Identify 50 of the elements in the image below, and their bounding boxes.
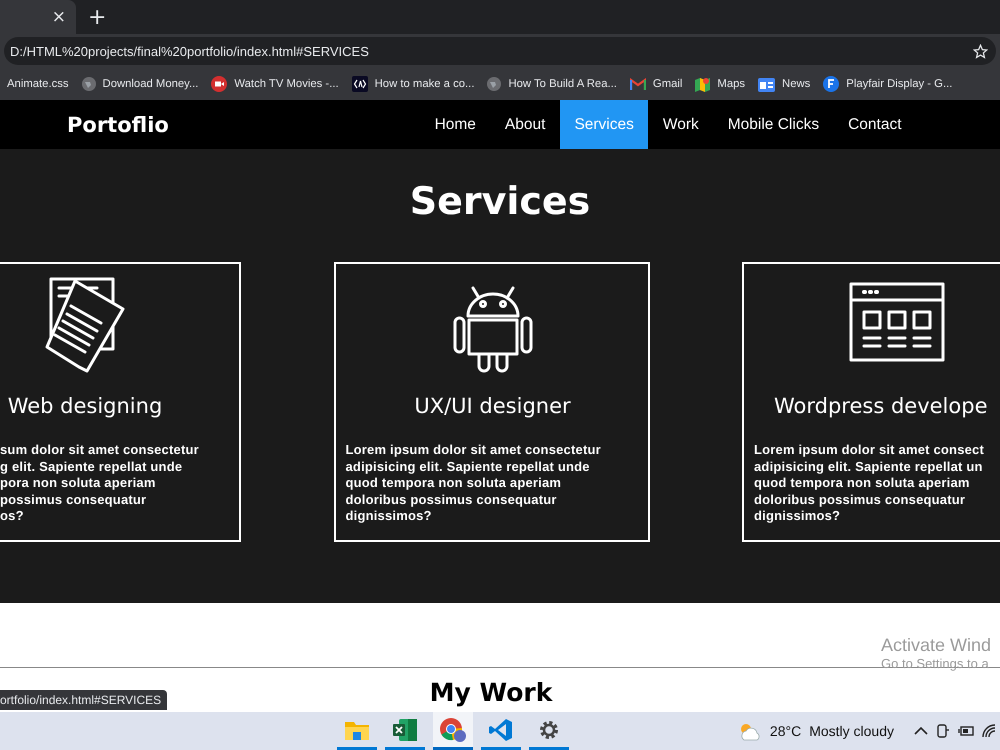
code-editor-icon bbox=[489, 718, 513, 742]
section-heading: My Work bbox=[430, 678, 552, 707]
mail-icon bbox=[630, 78, 646, 90]
section-heading: Services bbox=[410, 178, 590, 225]
spreadsheet-icon bbox=[393, 718, 417, 740]
chevron-up-icon[interactable] bbox=[914, 726, 928, 736]
bookmark[interactable]: Maps bbox=[695, 76, 746, 92]
site-logo[interactable]: Portoflio bbox=[67, 112, 169, 136]
card-title: UX/UI designer bbox=[414, 393, 571, 420]
bookmark[interactable]: Gmail bbox=[630, 78, 682, 90]
folder-icon bbox=[345, 720, 369, 740]
nav-link[interactable]: Work bbox=[648, 100, 714, 149]
bookmark[interactable]: Animate.css bbox=[7, 78, 69, 90]
status-url: ortfolio/index.html#SERVICES bbox=[0, 690, 168, 710]
globe-icon bbox=[487, 77, 502, 91]
nav-link[interactable]: Mobile Clicks bbox=[713, 100, 834, 149]
nav-link[interactable]: Home bbox=[420, 100, 490, 149]
nav-link[interactable]: About bbox=[490, 100, 560, 149]
bookmark[interactable]: Watch TV Movies -... bbox=[211, 76, 339, 92]
wifi-icon bbox=[982, 724, 996, 738]
video-icon bbox=[211, 76, 228, 92]
address-bar[interactable]: D:/HTML%20projects/final%20portfolio/index.html#SERVICES bbox=[4, 37, 996, 65]
nav-link[interactable]: Contact bbox=[834, 100, 916, 149]
card-title: Web designing bbox=[8, 393, 162, 420]
globe-icon bbox=[82, 77, 96, 91]
bookmark[interactable]: How to make a co... bbox=[352, 76, 474, 92]
font-icon bbox=[823, 76, 840, 92]
activation-title: Activate Wind bbox=[881, 635, 992, 656]
bookmark[interactable]: News bbox=[758, 76, 810, 92]
card-title: Wordpress develope bbox=[774, 393, 988, 420]
browser-icon bbox=[439, 716, 467, 742]
card-description: Lorem ipsum dolor sit amet consectetur adipisicing elit. Sapiente repellat unde quod tempora non soluta aperiam doloribus possimus consequatur dignissimos? bbox=[346, 442, 602, 525]
code-icon bbox=[352, 76, 368, 92]
bookmark[interactable]: Playfair Display - G... bbox=[823, 76, 952, 92]
new-tab-button[interactable]: + bbox=[88, 5, 106, 30]
settings-icon bbox=[538, 718, 560, 740]
taskbar-app[interactable] bbox=[433, 712, 473, 750]
battery-icon bbox=[958, 725, 974, 737]
star-icon[interactable] bbox=[973, 44, 988, 58]
news-icon bbox=[758, 76, 776, 92]
bookmark[interactable]: How To Build A Rea... bbox=[487, 77, 617, 91]
card-description: sum dolor sit amet consectetur g elit. Sapiente repellat unde pora non soluta aperiam possimus consequatur os? bbox=[0, 442, 200, 525]
camera-icon bbox=[936, 723, 950, 739]
map-icon bbox=[695, 76, 710, 92]
browser-tab[interactable]: × bbox=[0, 0, 76, 34]
close-tab-button[interactable]: × bbox=[50, 7, 68, 27]
weather-text: Mostly cloudy bbox=[809, 723, 894, 739]
temperature: 28°C bbox=[770, 723, 802, 739]
card-description: Lorem ipsum dolor sit amet consect adipisicing elit. Sapiente repellat un quod tempora non soluta aperiam doloribus possimus consequatur dignissimos? bbox=[754, 442, 986, 525]
bookmark[interactable]: Download Money... bbox=[82, 77, 198, 91]
